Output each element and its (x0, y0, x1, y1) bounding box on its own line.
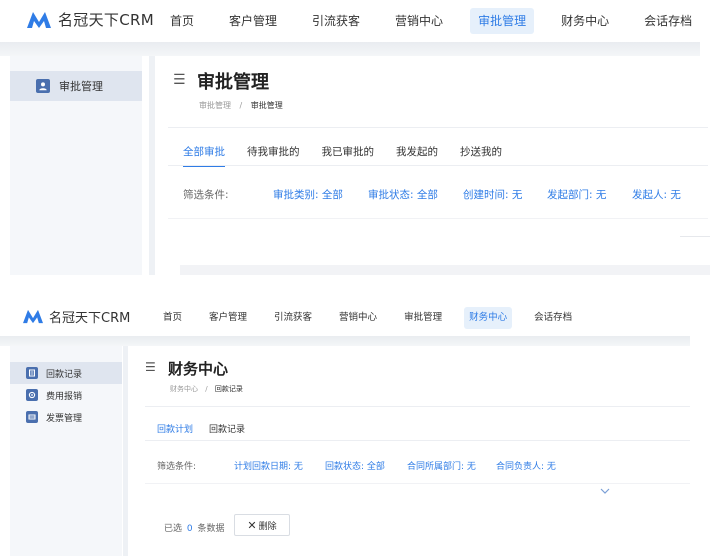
tab-all-approvals[interactable]: 全部审批 (183, 144, 225, 167)
nav-approval[interactable]: 审批管理 (470, 8, 535, 34)
nav-marketing[interactable]: 营销中心 (334, 307, 382, 329)
approval-screen: 名冠天下CRM 首页 客户管理 引流获客 营销中心 审批管理 财务中心 会话存档… (0, 0, 715, 275)
selection-count: 已选 0 条数据 (164, 521, 225, 534)
sidebar-item-expense[interactable]: 费用报销 (10, 384, 122, 406)
header-shadow (0, 336, 690, 346)
top-navbar: 名冠天下CRM 首页 客户管理 引流获客 营销中心 审批管理 财务中心 会话存档 (0, 0, 715, 42)
panel-gap (0, 275, 715, 288)
tab-approved-by-me[interactable]: 我已审批的 (322, 144, 375, 167)
filter-approval-status[interactable]: 审批状态: 全部 (368, 187, 438, 202)
finance-screen: 名冠天下CRM 首页 客户管理 引流获客 营销中心 审批管理 财务中心 会话存档… (0, 288, 715, 556)
brand-logo[interactable]: 名冠天下CRM (22, 307, 130, 326)
sidebar: 审批管理 (10, 56, 142, 275)
sidebar-item-label: 回款记录 (46, 369, 83, 380)
filter-created-time[interactable]: 创建时间: 无 (463, 187, 522, 202)
tab-payment-plan[interactable]: 回款计划 (157, 422, 193, 441)
nav-leads[interactable]: 引流获客 (269, 307, 317, 329)
breadcrumb-root[interactable]: 审批管理 (199, 101, 231, 110)
divider (168, 127, 708, 128)
breadcrumb: 审批管理 / 审批管理 (199, 100, 283, 111)
approval-tabs: 全部审批 待我审批的 我已审批的 我发起的 抄送我的 (183, 144, 524, 167)
menu-toggle-icon[interactable]: ☰ (173, 72, 186, 88)
breadcrumb-current: 回款记录 (214, 385, 243, 393)
selection-suffix: 条数据 (197, 524, 225, 534)
chevron-down-icon[interactable] (598, 486, 612, 496)
top-navbar: 名冠天下CRM 首页 客户管理 引流获客 营销中心 审批管理 财务中心 会话存档 (0, 288, 715, 336)
page-title: 审批管理 (197, 72, 269, 93)
sidebar-item-label: 发票管理 (46, 413, 83, 424)
selection-number: 0 (186, 524, 193, 534)
nav-marketing[interactable]: 营销中心 (387, 8, 451, 34)
filter-payment-status[interactable]: 回款状态: 全部 (325, 459, 385, 472)
m-logo-icon (27, 11, 51, 28)
filter-bar: 筛选条件: 计划回款日期: 无 回款状态: 全部 合同所属部门: 无 合同负责人… (157, 459, 556, 472)
divider (145, 406, 690, 407)
nav-finance[interactable]: 财务中心 (464, 307, 513, 329)
filter-label: 筛选条件: (183, 189, 229, 201)
close-icon: ✕ (247, 518, 257, 532)
sidebar-item-label: 费用报销 (46, 391, 83, 402)
brand-name: 名冠天下CRM (49, 311, 131, 326)
divider (145, 483, 690, 484)
divider (168, 165, 708, 166)
delete-button[interactable]: ✕ 删除 (234, 514, 290, 536)
finance-tabs: 回款计划 回款记录 (157, 422, 261, 441)
sidebar-item-label: 审批管理 (59, 80, 103, 93)
nav-customers[interactable]: 客户管理 (221, 8, 285, 34)
invoice-icon (26, 411, 38, 423)
table-header (180, 265, 710, 275)
filter-contract-owner[interactable]: 合同负责人: 无 (496, 459, 556, 472)
divider (680, 236, 710, 237)
filter-bar: 筛选条件: 审批类别: 全部 审批状态: 全部 创建时间: 无 发起部门: 无 … (183, 187, 681, 202)
sidebar-divider (149, 56, 155, 275)
filter-planned-date[interactable]: 计划回款日期: 无 (234, 459, 303, 472)
filter-approval-type[interactable]: 审批类别: 全部 (273, 187, 343, 202)
header-shadow (0, 42, 700, 56)
sidebar-divider (123, 346, 128, 556)
brand-logo[interactable]: 名冠天下CRM (26, 9, 154, 30)
nav-home[interactable]: 首页 (162, 8, 202, 34)
selection-prefix: 已选 (164, 524, 183, 534)
nav-approval[interactable]: 审批管理 (399, 307, 447, 329)
nav-finance[interactable]: 财务中心 (553, 8, 617, 34)
filter-contract-department[interactable]: 合同所属部门: 无 (407, 459, 476, 472)
breadcrumb-current: 审批管理 (250, 101, 283, 110)
breadcrumb-root[interactable]: 财务中心 (170, 385, 198, 393)
nav-customers[interactable]: 客户管理 (204, 307, 252, 329)
filter-initiator[interactable]: 发起人: 无 (632, 187, 681, 202)
breadcrumb: 财务中心 / 回款记录 (170, 384, 243, 394)
user-icon (36, 79, 50, 93)
brand-name: 名冠天下CRM (58, 11, 154, 29)
gear-icon (26, 389, 38, 401)
nav-leads[interactable]: 引流获客 (304, 8, 368, 34)
m-logo-icon (23, 309, 43, 324)
breadcrumb-separator: / (205, 385, 208, 393)
breadcrumb-separator: / (239, 101, 243, 110)
tab-pending-mine[interactable]: 待我审批的 (247, 144, 300, 167)
divider (168, 218, 708, 219)
main-nav: 首页 客户管理 引流获客 营销中心 审批管理 财务中心 会话存档 (158, 307, 594, 329)
filter-label: 筛选条件: (157, 462, 197, 472)
filter-department[interactable]: 发起部门: 无 (547, 187, 606, 202)
divider (145, 440, 690, 441)
tab-cc-to-me[interactable]: 抄送我的 (460, 144, 502, 167)
document-icon (26, 367, 38, 379)
nav-home[interactable]: 首页 (158, 307, 187, 329)
page-title: 财务中心 (168, 360, 229, 378)
menu-toggle-icon[interactable]: ☰ (145, 360, 156, 374)
nav-chat-archive[interactable]: 会话存档 (636, 8, 700, 34)
sidebar-item-invoice[interactable]: 发票管理 (10, 406, 122, 428)
tab-initiated-by-me[interactable]: 我发起的 (396, 144, 438, 167)
sidebar-item-approval[interactable]: 审批管理 (10, 71, 142, 101)
main-nav: 首页 客户管理 引流获客 营销中心 审批管理 财务中心 会话存档 (162, 8, 715, 34)
sidebar: 回款记录 费用报销 发票管理 (10, 346, 122, 556)
tab-payment-records[interactable]: 回款记录 (209, 422, 245, 441)
nav-chat-archive[interactable]: 会话存档 (529, 307, 577, 329)
delete-label: 删除 (258, 521, 277, 532)
sidebar-item-payment-records[interactable]: 回款记录 (10, 362, 122, 384)
